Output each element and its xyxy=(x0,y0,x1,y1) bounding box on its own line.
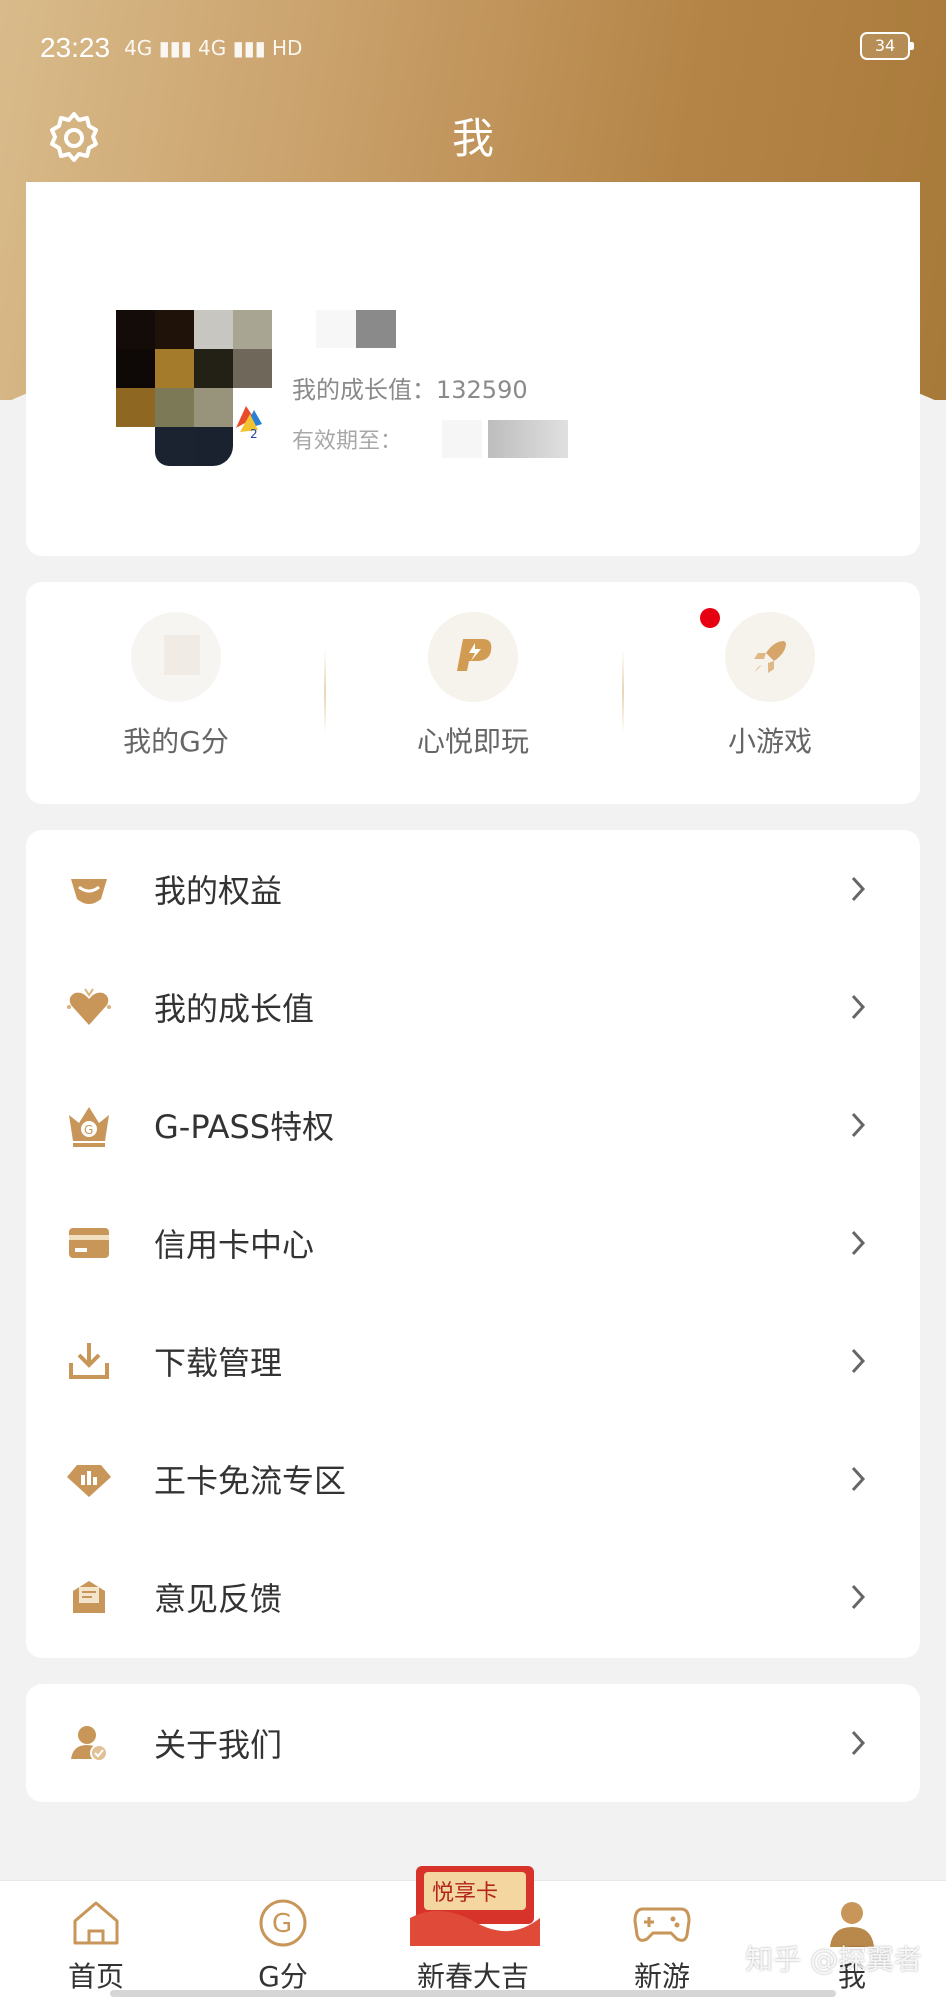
about-card: 关于我们 xyxy=(26,1684,920,1802)
home-indicator xyxy=(110,1990,836,1997)
download-icon xyxy=(64,1336,114,1386)
username xyxy=(316,310,396,348)
crown-icon: G xyxy=(64,1100,114,1150)
about-us-icon xyxy=(64,1718,114,1768)
battery-icon: 34 xyxy=(860,32,914,60)
chevron-right-icon xyxy=(848,1110,868,1140)
menu-item-label: 意见反馈 xyxy=(154,1580,283,1618)
menu-item-label: 关于我们 xyxy=(154,1726,283,1764)
benefits-icon xyxy=(64,864,114,914)
quick-action-label: 我的G分 xyxy=(123,725,229,758)
menu-item-benefits[interactable]: 我的权益 xyxy=(26,830,920,948)
chevron-right-icon xyxy=(848,1464,868,1494)
menu-card: 我的权益 我的成长值 G G-PASS特权 信用卡中心 下载管理 王卡免流专区 xyxy=(26,830,920,1658)
menu-item-label: 我的权益 xyxy=(154,872,283,910)
menu-item-downloads[interactable]: 下载管理 xyxy=(26,1302,920,1420)
quick-action-g-points[interactable]: 我的G分 xyxy=(76,612,276,760)
g-points-icon: G xyxy=(253,1893,313,1953)
tab-label: 新春大吉 xyxy=(416,1960,529,1993)
menu-item-label: 下载管理 xyxy=(154,1344,283,1382)
quick-action-label: 小游戏 xyxy=(727,725,812,758)
divider xyxy=(324,650,326,734)
expire-label: 有效期至： xyxy=(292,429,403,454)
menu-item-credit-card[interactable]: 信用卡中心 xyxy=(26,1184,920,1302)
quick-action-label: 心悦即玩 xyxy=(416,725,529,758)
g-points-icon xyxy=(131,612,221,702)
signal-indicators: 4G ▮▮▮ 4G ▮▮▮ HD xyxy=(124,36,303,60)
svg-text:G: G xyxy=(272,1909,292,1939)
tab-g-points[interactable]: G G分 xyxy=(223,1881,343,1997)
watermark: 知乎 @探翼者 xyxy=(745,1943,922,1976)
instant-play-icon xyxy=(428,612,518,702)
tab-label: G分 xyxy=(258,1960,308,1993)
menu-item-about-us[interactable]: 关于我们 xyxy=(26,1684,920,1802)
svg-text:G: G xyxy=(84,1123,93,1137)
expire-date-redacted xyxy=(442,420,483,458)
chevron-right-icon xyxy=(848,874,868,904)
menu-item-growth[interactable]: 我的成长值 xyxy=(26,948,920,1066)
menu-item-gpass[interactable]: G G-PASS特权 xyxy=(26,1066,920,1184)
promo-card-icon[interactable]: 悦享卡 xyxy=(410,1862,540,1946)
divider xyxy=(622,650,624,734)
tab-new-games[interactable]: 新游 xyxy=(602,1881,722,1997)
credit-card-icon xyxy=(64,1218,114,1268)
menu-item-king-card[interactable]: 王卡免流专区 xyxy=(26,1420,920,1538)
growth-heart-icon xyxy=(64,982,114,1032)
king-card-icon xyxy=(64,1454,114,1504)
rocket-icon xyxy=(725,612,815,702)
quick-action-instant-play[interactable]: 心悦即玩 xyxy=(373,612,573,760)
menu-item-label: 王卡免流专区 xyxy=(154,1462,347,1500)
status-time: 23:23 xyxy=(40,32,111,63)
level-badge-icon: 2 xyxy=(232,400,266,441)
menu-item-label: G-PASS特权 xyxy=(154,1108,335,1146)
expire-date: 有效期至： xyxy=(292,420,569,458)
tab-home[interactable]: 首页 xyxy=(36,1881,156,1997)
gamepad-icon xyxy=(632,1893,692,1953)
tab-label: 首页 xyxy=(67,1960,124,1993)
chevron-right-icon xyxy=(848,1728,868,1758)
feedback-icon xyxy=(64,1572,114,1622)
home-icon xyxy=(66,1893,126,1953)
page-title: 我 xyxy=(451,114,494,163)
quick-action-mini-games[interactable]: 小游戏 xyxy=(670,612,870,760)
chevron-right-icon xyxy=(848,1228,868,1258)
promo-badge-text: 悦享卡 xyxy=(432,1881,498,1906)
tab-label: 新游 xyxy=(633,1960,690,1993)
chevron-right-icon xyxy=(848,992,868,1022)
growth-value: 我的成长值：132590 xyxy=(292,376,528,404)
profile-card: 2 我的成长值：132590 有效期至： xyxy=(26,182,920,556)
chevron-right-icon xyxy=(848,1346,868,1376)
status-bar: 23:23 4G ▮▮▮ 4G ▮▮▮ HD 34 xyxy=(40,28,914,68)
menu-item-feedback[interactable]: 意见反馈 xyxy=(26,1538,920,1656)
menu-item-label: 我的成长值 xyxy=(154,990,315,1028)
chevron-right-icon xyxy=(848,1582,868,1612)
menu-item-label: 信用卡中心 xyxy=(154,1226,315,1264)
avatar[interactable] xyxy=(116,310,272,466)
quick-actions-card: 我的G分 心悦即玩 小游戏 xyxy=(26,582,920,804)
expire-date-redacted-2 xyxy=(488,420,569,458)
svg-text:2: 2 xyxy=(250,427,258,440)
